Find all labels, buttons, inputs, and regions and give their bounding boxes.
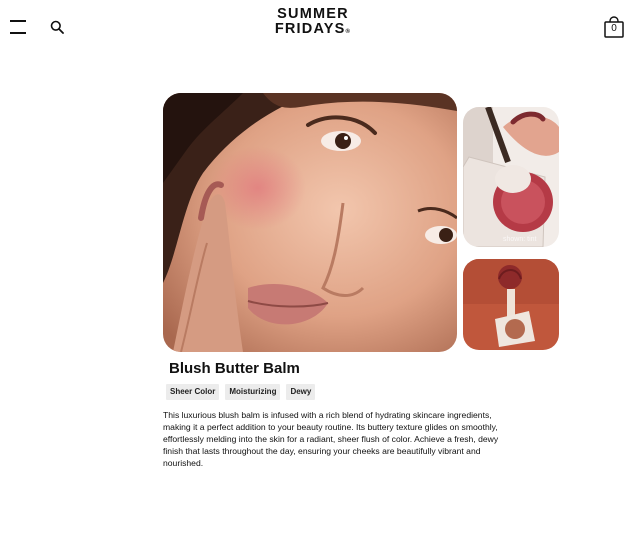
product-main-image[interactable] xyxy=(163,93,457,352)
brand-logo[interactable]: SUMMER FRIDAYS® xyxy=(258,7,368,40)
tag-sheer-color: Sheer Color xyxy=(166,384,220,400)
site-header: SUMMER FRIDAYS® 0 xyxy=(0,0,640,56)
cart-count: 0 xyxy=(611,23,617,34)
search-icon[interactable] xyxy=(50,20,64,34)
product-thumbnail-1[interactable]: shown: tint xyxy=(463,107,559,247)
menu-icon[interactable] xyxy=(10,20,26,34)
logo-line-2: FRIDAYS xyxy=(274,21,346,37)
thumbnail-caption: shown: tint xyxy=(503,236,537,243)
logo-line-1: SUMMER xyxy=(277,6,349,22)
product-thumbnail-2[interactable] xyxy=(463,259,559,350)
tag-dewy: Dewy xyxy=(286,384,316,400)
product-tags: Sheer Color Moisturizing Dewy xyxy=(166,384,316,400)
product-title: Blush Butter Balm xyxy=(169,360,300,377)
registered-mark: ® xyxy=(345,29,352,35)
cart-button[interactable]: 0 xyxy=(603,16,625,38)
product-description: This luxurious blush balm is infused wit… xyxy=(163,410,499,469)
tag-moisturizing: Moisturizing xyxy=(225,384,281,400)
